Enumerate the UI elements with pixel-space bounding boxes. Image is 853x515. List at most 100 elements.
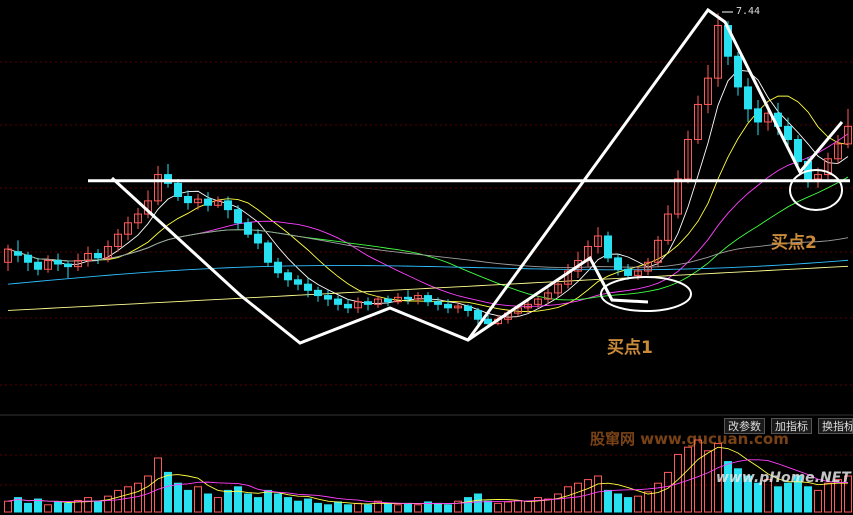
volume-bar-up	[214, 497, 222, 513]
volume-bar-down	[164, 471, 172, 513]
volume-bar-up	[394, 504, 402, 513]
candle-down	[404, 296, 412, 300]
volume-bar-down	[294, 500, 302, 513]
volume-bar-down	[94, 500, 102, 513]
candle-down	[244, 222, 252, 235]
volume-bar-down	[604, 489, 612, 513]
volume-bar-down	[804, 486, 812, 513]
volume-bar-down	[304, 498, 312, 513]
volume-bar-down	[314, 502, 322, 513]
volume-bar-up	[514, 499, 522, 513]
volume-bar-down	[434, 502, 442, 513]
candle-down	[174, 182, 182, 197]
buy-point-2-circle	[789, 169, 843, 211]
volume-bar-up	[584, 479, 592, 513]
watermark-phome: www.pHome.NET	[716, 470, 851, 486]
watermark-gucuan: 股窜网 www.gucuan.com	[590, 430, 789, 448]
candle-down	[234, 209, 242, 224]
candle-down	[784, 125, 792, 141]
volume-bar-up	[644, 491, 652, 513]
candle-down	[184, 196, 192, 204]
volume-bar-down	[204, 493, 212, 513]
candle-down	[224, 200, 232, 211]
ma5-line	[7, 69, 849, 318]
candle-down	[294, 279, 302, 285]
candle-down	[24, 254, 32, 263]
volume-bar-down	[334, 501, 342, 513]
switch-indicator-button[interactable]: 换指标	[818, 418, 853, 434]
volume-bar-up	[704, 450, 712, 513]
volume-bar-up	[114, 489, 122, 513]
volume-bar-up	[84, 497, 92, 513]
volume-bar-down	[774, 486, 782, 513]
volume-bar-up	[554, 493, 562, 513]
volume-bar-down	[224, 489, 232, 513]
volume-bar-up	[824, 482, 832, 513]
volume-bar-up	[504, 501, 512, 513]
volume-bar-up	[134, 482, 142, 513]
ma120-line	[7, 259, 849, 285]
volume-bar-down	[324, 504, 332, 513]
candle-down	[204, 198, 212, 206]
candle-down	[14, 251, 22, 256]
volume-bar-down	[264, 489, 272, 513]
volume-bar-up	[524, 500, 532, 513]
candle-down	[264, 242, 272, 263]
candle-down	[624, 268, 632, 276]
volume-bar-down	[624, 497, 632, 513]
volume-bar-down	[274, 493, 282, 513]
candle-down	[254, 233, 262, 244]
buy-point-2-label: 买点2	[771, 233, 817, 253]
moving-average-lines	[7, 69, 849, 318]
volume-bar-down	[344, 504, 352, 513]
buy-point-1-circle	[600, 276, 692, 312]
candle-down	[34, 261, 42, 270]
volume-bar-up	[354, 502, 362, 513]
candle-down	[334, 298, 342, 305]
candle-down	[284, 272, 292, 281]
volume-bar-up	[594, 475, 602, 513]
candle-down	[474, 309, 482, 320]
peak-price-label: 7.44	[736, 6, 761, 17]
volume-bar-up	[664, 471, 672, 513]
volume-bar-up	[414, 504, 422, 513]
volume-bar-up	[124, 486, 132, 513]
candle-down	[324, 295, 332, 300]
volume-bar-down	[34, 498, 42, 513]
volume-bar-up	[194, 486, 202, 513]
volume-bar-up	[4, 500, 12, 513]
candle-down	[94, 252, 102, 259]
ma60-line	[7, 229, 849, 268]
volume-bar-down	[754, 482, 762, 513]
candle-down	[364, 301, 372, 305]
volume-bar-down	[54, 501, 62, 513]
volume-bar-down	[234, 486, 242, 513]
volume-bar-up	[544, 498, 552, 513]
volume-bar-up	[574, 482, 582, 513]
buy-point-1-label: 买点1	[607, 338, 653, 358]
volume-bar-down	[614, 493, 622, 513]
candle-down	[54, 260, 62, 265]
volume-bar-down	[284, 497, 292, 513]
candle-down	[604, 235, 612, 259]
volume-bar-down	[64, 502, 72, 513]
volume-bar-down	[474, 493, 482, 513]
volume-bar-up	[634, 495, 642, 513]
candle-down	[754, 108, 762, 123]
candle-down	[384, 298, 392, 303]
candle-down	[444, 303, 452, 309]
volume-bar-down	[404, 502, 412, 513]
candle-down	[304, 283, 312, 291]
volume-bar-down	[254, 497, 262, 513]
volume-bar-down	[364, 504, 372, 513]
candle-down	[484, 318, 492, 325]
volume-bar-down	[174, 482, 182, 513]
candle-down	[614, 257, 622, 270]
candle-down	[344, 303, 352, 309]
candle-down	[434, 301, 442, 305]
candle-down	[274, 261, 282, 274]
candle-down	[314, 289, 322, 297]
volume-bar-down	[24, 502, 32, 513]
volume-bar-down	[464, 497, 472, 513]
volume-bar-up	[564, 486, 572, 513]
